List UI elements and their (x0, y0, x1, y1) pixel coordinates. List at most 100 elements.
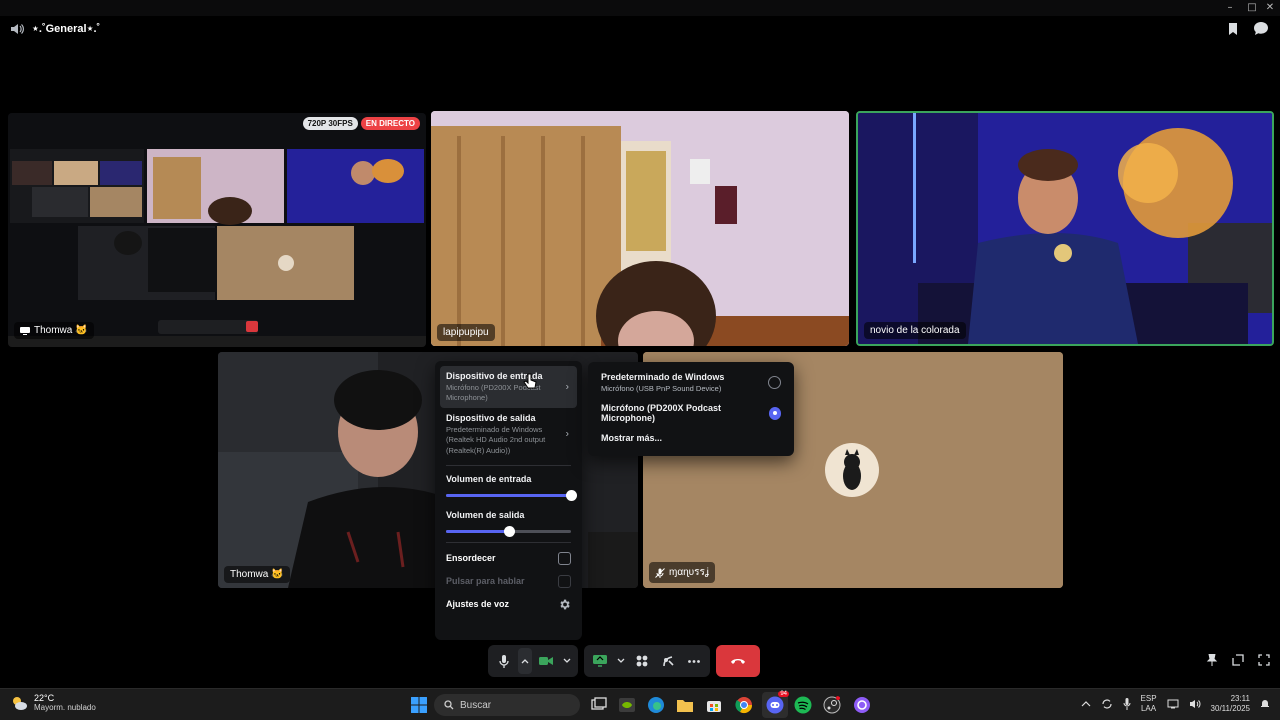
output-device-title: Dispositivo de salida (446, 413, 536, 424)
microphone-button[interactable] (492, 648, 516, 674)
device-option[interactable]: Micrófono (PD200X Podcast Microphone) (593, 398, 789, 428)
bookmark-icon[interactable] (1228, 22, 1238, 35)
nvidia-icon[interactable] (618, 696, 636, 714)
deafen-checkbox[interactable] (558, 551, 571, 565)
chevron-up-icon (521, 659, 529, 664)
slider-handle[interactable] (566, 489, 577, 501)
push-to-talk-checkbox[interactable] (558, 574, 571, 588)
output-volume-slider[interactable] (446, 524, 571, 538)
input-device-value: Micrófono (PD200X Podcast Microphone) (446, 383, 541, 403)
tile-label: Thomwa 🐱 (224, 566, 290, 583)
input-volume-slider[interactable] (446, 488, 577, 502)
edge-icon[interactable] (647, 696, 665, 714)
close-button[interactable]: ✕ (1264, 2, 1276, 14)
store-icon[interactable] (705, 696, 723, 714)
search-icon (444, 700, 454, 710)
audio-settings-menu: Dispositivo de entrada Micrófono (PD200X… (435, 361, 582, 640)
slider-handle[interactable] (503, 525, 515, 537)
voice-settings-item[interactable]: Ajustes de voz (440, 593, 577, 616)
sync-icon[interactable] (1101, 698, 1113, 710)
stream-badges: 720P 30FPS EN DIRECTO (302, 117, 420, 130)
screen-share-options-button[interactable] (614, 648, 628, 674)
device-title: Predeterminado de Windows (601, 372, 725, 382)
screen-share-button[interactable] (588, 648, 612, 674)
more-icon (688, 659, 700, 663)
lang-secondary: LAA (1140, 704, 1157, 714)
lang-primary: ESP (1140, 694, 1157, 703)
activities-button[interactable] (630, 648, 654, 674)
camera-feed (431, 111, 849, 346)
notifications-icon[interactable] (1260, 699, 1270, 709)
video-tile-screenshare[interactable]: 720P 30FPS EN DIRECTO Thomwa 🐱 (8, 113, 426, 347)
microphone-icon[interactable] (1123, 698, 1131, 711)
output-device-value: Predeterminado de Windows (Realtek HD Au… (446, 425, 546, 455)
muted-mic-icon (655, 567, 665, 578)
file-explorer-icon[interactable] (676, 696, 694, 714)
gear-icon (560, 599, 570, 609)
cloud-sun-icon (13, 696, 27, 710)
live-badge: EN DIRECTO (360, 117, 420, 130)
windows-start-icon[interactable] (410, 696, 428, 714)
discord-taskbar-button[interactable]: 94 (762, 691, 789, 718)
chat-icon[interactable] (1254, 22, 1268, 35)
weather-widget[interactable]: 22°C Mayorm. nublado (10, 693, 96, 712)
maximize-button[interactable]: □ (1246, 2, 1258, 14)
task-view-icon[interactable] (590, 696, 608, 714)
spotify-icon[interactable] (794, 696, 812, 714)
input-device-item[interactable]: Dispositivo de entrada Micrófono (PD200X… (440, 366, 577, 409)
output-device-item[interactable]: Dispositivo de salida Predeterminado de … (440, 408, 577, 460)
fullscreen-icon[interactable] (1258, 654, 1270, 666)
windows-taskbar: 22°C Mayorm. nublado Buscar 94 ESP LAA 2… (0, 688, 1280, 720)
popout-icon[interactable] (1232, 654, 1244, 666)
disconnect-button[interactable] (716, 645, 760, 677)
screen-share-icon (593, 655, 607, 667)
clock-date: 30/11/2025 (1210, 704, 1250, 714)
device-sub: Micrófono (USB PnP Sound Device) (601, 384, 722, 393)
clock[interactable]: 23:11 30/11/2025 (1211, 694, 1250, 715)
screenshare-preview (8, 113, 426, 347)
device-radio-selected[interactable] (768, 406, 781, 420)
chrome-icon[interactable] (735, 696, 753, 714)
camera-button[interactable] (534, 648, 558, 674)
show-more-item[interactable]: Mostrar más... (593, 428, 789, 448)
system-tray: ESP LAA 23:11 30/11/2025 (1081, 694, 1270, 715)
minimize-button[interactable]: – (1224, 2, 1236, 14)
view-controls (1206, 654, 1270, 666)
speaker-icon (11, 23, 24, 34)
pin-icon[interactable] (1206, 654, 1218, 666)
video-tile-lapipupipu[interactable]: lapipupipu (431, 111, 849, 346)
resolution-badge: 720P 30FPS (302, 117, 358, 130)
chevron-up-icon[interactable] (1081, 701, 1091, 707)
participant-name: novio de la colorada (870, 325, 960, 336)
push-to-talk-toggle[interactable]: Pulsar para hablar (440, 570, 577, 593)
hand-cursor-icon (523, 373, 537, 389)
phone-hangup-icon (731, 659, 745, 664)
soundboard-button[interactable] (656, 648, 680, 674)
app-icon[interactable] (853, 696, 871, 714)
camera-icon (539, 657, 553, 665)
network-icon[interactable] (1167, 699, 1179, 709)
volume-icon[interactable] (1189, 699, 1201, 709)
output-volume-label: Volumen de salida (446, 509, 525, 520)
chevron-down-icon (563, 658, 571, 663)
tile-label: ɱαɳυรรʝ (649, 562, 715, 583)
more-options-button[interactable] (682, 648, 706, 674)
divider (446, 464, 571, 466)
language-indicator[interactable]: ESP LAA (1141, 694, 1157, 715)
camera-options-button[interactable] (560, 648, 574, 674)
taskbar-search[interactable]: Buscar (434, 694, 580, 716)
device-title: Micrófono (PD200X Podcast Microphone) (601, 403, 722, 423)
divider (446, 541, 571, 543)
call-controls (488, 645, 760, 677)
device-radio[interactable] (768, 376, 781, 389)
device-option[interactable]: Predeterminado de Windows Micrófono (USB… (593, 367, 789, 398)
mic-options-button[interactable] (518, 648, 532, 674)
notification-badge: 94 (778, 691, 789, 697)
steam-icon[interactable] (823, 696, 841, 714)
video-tile-novio[interactable]: novio de la colorada (856, 111, 1274, 346)
participant-name: lapipupipu (443, 327, 489, 338)
chevron-right-icon: › (565, 381, 569, 393)
show-more-label: Mostrar más... (601, 433, 663, 443)
deafen-toggle[interactable]: Ensordecer (440, 547, 577, 570)
screen-share-icon (20, 326, 30, 335)
